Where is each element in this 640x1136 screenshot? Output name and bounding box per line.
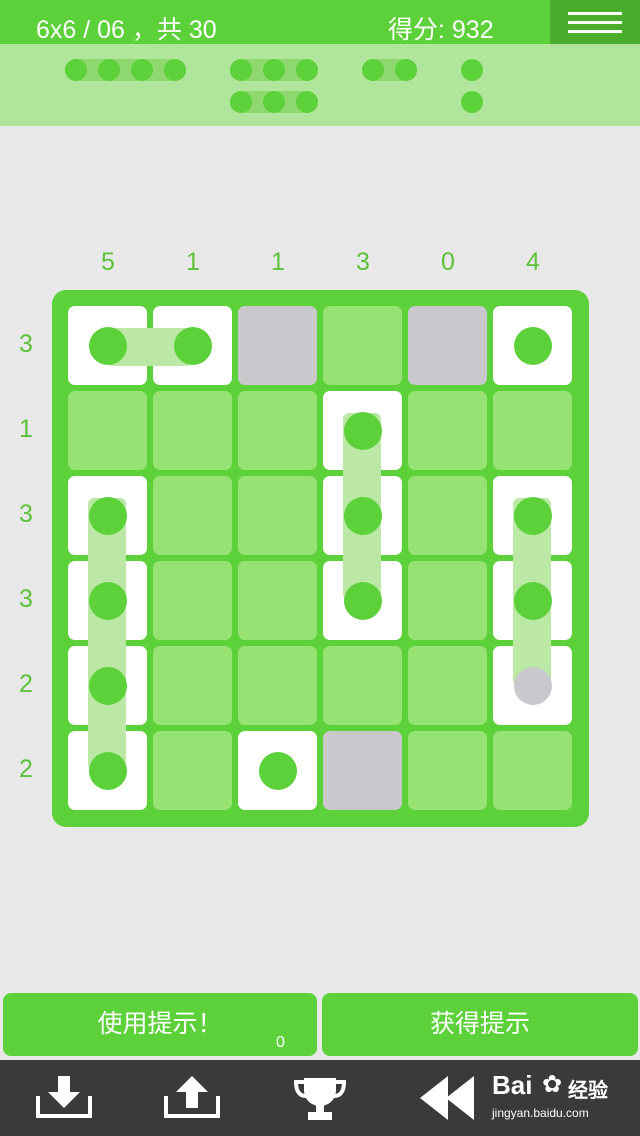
ship-segment	[344, 497, 382, 535]
menu-button[interactable]	[550, 0, 640, 44]
rewind-icon[interactable]	[418, 1074, 478, 1122]
column-clue: 0	[441, 248, 455, 276]
column-clue: 1	[186, 248, 200, 276]
piece-length-1	[461, 91, 483, 113]
ship-segment	[89, 752, 127, 790]
upload-icon[interactable]	[162, 1074, 222, 1122]
top-bar: 6x6 / 06 ，共 30 得分: 932	[0, 0, 640, 44]
board-cell-empty[interactable]	[153, 646, 232, 725]
column-clue: 3	[356, 248, 370, 276]
column-clue: 5	[101, 248, 115, 276]
board-cell-empty[interactable]	[153, 476, 232, 555]
row-clue: 1	[19, 415, 33, 443]
ship-segment	[89, 667, 127, 705]
board-cell-empty[interactable]	[153, 731, 232, 810]
get-hint-button[interactable]: 获得提示	[322, 993, 638, 1056]
ship-segment	[89, 327, 127, 365]
board-cell-empty[interactable]	[68, 391, 147, 470]
ship-segment	[344, 412, 382, 450]
watermark-logo-text: 经验	[568, 1080, 608, 1102]
game-board	[52, 290, 589, 827]
trophy-icon[interactable]	[290, 1074, 350, 1122]
board-cell-empty[interactable]	[323, 646, 402, 725]
board-cell-empty[interactable]	[408, 391, 487, 470]
piece-length-1	[461, 59, 483, 81]
ship-segment	[344, 582, 382, 620]
watermark-url: jingyan.baidu.com	[492, 1106, 589, 1120]
board-cell-empty[interactable]	[408, 731, 487, 810]
watermark-logo: Bai	[492, 1070, 533, 1100]
board-cell-empty[interactable]	[408, 476, 487, 555]
piece-length-4	[65, 59, 186, 81]
board-cell-empty[interactable]	[153, 561, 232, 640]
board-cell-empty[interactable]	[493, 731, 572, 810]
board-cell-empty[interactable]	[238, 561, 317, 640]
board-cell-empty[interactable]	[408, 561, 487, 640]
remaining-pieces-tray	[0, 44, 640, 126]
score-display: 得分: 932	[388, 16, 494, 44]
board-cell-empty[interactable]	[323, 306, 402, 385]
row-clue: 3	[19, 500, 33, 528]
ship-segment-unconfirmed	[514, 667, 552, 705]
board-cell-empty[interactable]	[493, 391, 572, 470]
row-clue: 2	[19, 670, 33, 698]
ship-segment	[514, 497, 552, 535]
board-cell-empty[interactable]	[153, 391, 232, 470]
board-cell-empty[interactable]	[238, 476, 317, 555]
row-clue: 3	[19, 330, 33, 358]
ship-segment	[514, 327, 552, 365]
row-clue: 3	[19, 585, 33, 613]
level-indicator: 6x6 / 06 ，共 30	[36, 16, 217, 44]
board-cell-wall[interactable]	[323, 731, 402, 810]
board-cell-empty[interactable]	[238, 391, 317, 470]
hint-count: 0	[276, 1034, 285, 1051]
column-clue: 1	[271, 248, 285, 276]
use-hint-button[interactable]: 使用提示！	[3, 993, 317, 1056]
board-cell-empty[interactable]	[238, 646, 317, 725]
ship-segment	[174, 327, 212, 365]
piece-length-2	[362, 59, 417, 81]
column-clue: 4	[526, 248, 540, 276]
ship-segment	[259, 752, 297, 790]
ship-segment	[514, 582, 552, 620]
row-clue: 2	[19, 755, 33, 783]
ship-connector	[88, 498, 126, 770]
piece-length-3	[230, 91, 318, 113]
ship-segment	[89, 497, 127, 535]
board-cell-wall[interactable]	[238, 306, 317, 385]
watermark: Bai ✿ 经验 jingyan.baidu.com	[492, 1068, 612, 1126]
board-cell-empty[interactable]	[408, 646, 487, 725]
board-cell-wall[interactable]	[408, 306, 487, 385]
paw-icon: ✿	[542, 1071, 563, 1098]
piece-length-3	[230, 59, 318, 81]
download-icon[interactable]	[34, 1074, 94, 1122]
ship-segment	[89, 582, 127, 620]
